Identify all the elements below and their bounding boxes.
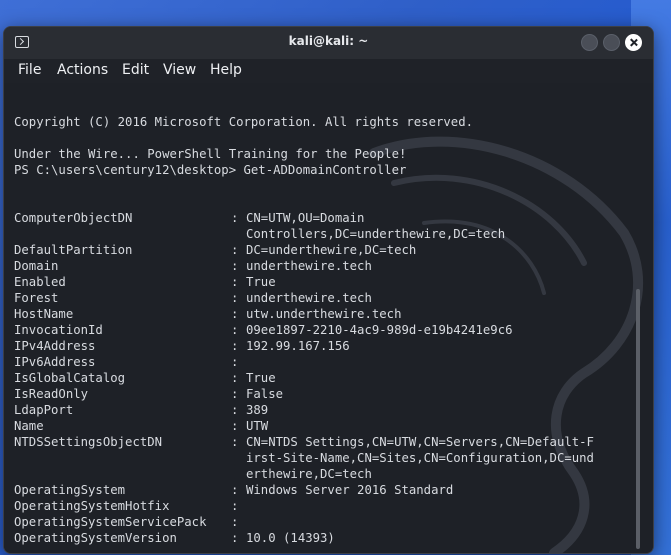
property-value: True — [246, 275, 276, 289]
property-name: OperatingSystemHotfix — [14, 499, 170, 513]
property-row: InvocationId:09ee1897-2210-4ac9-989d-e19… — [14, 322, 614, 338]
property-separator: : — [231, 499, 239, 513]
property-name: Domain — [14, 259, 59, 273]
property-row: Enabled: True — [14, 274, 614, 290]
property-value: 389 — [246, 403, 269, 417]
property-separator: : — [231, 403, 239, 417]
property-separator: : — [231, 211, 239, 225]
property-value: 192.99.167.156 — [246, 339, 350, 353]
property-separator: : — [231, 371, 239, 385]
minimize-icon[interactable] — [581, 34, 598, 51]
property-row: OperatingSystemServicePack: — [14, 514, 614, 530]
property-row: HostName: utw.underthewire.tech — [14, 306, 614, 322]
property-value: underthewire.tech — [246, 259, 372, 273]
property-value: underthewire.tech — [246, 291, 372, 305]
terminal-output[interactable]: Copyright (C) 2016 Microsoft Corporation… — [4, 83, 653, 553]
property-row-continuation: Controllers,DC=underthewire,DC=tech — [14, 226, 614, 242]
property-value: False — [246, 387, 284, 401]
property-separator: : — [231, 275, 239, 289]
property-name: InvocationId — [14, 323, 103, 337]
prompt-line: PS C:\users\century12\desktop> Get-ADDom… — [14, 163, 407, 177]
property-name: OperatingSystemServicePack — [14, 515, 207, 529]
property-separator: : — [231, 435, 239, 449]
close-icon[interactable] — [625, 34, 642, 51]
menu-view[interactable]: View — [163, 62, 196, 78]
property-value-continuation: erthewire,DC=tech — [246, 467, 372, 481]
property-name: IPv4Address — [14, 339, 96, 353]
title-bar[interactable]: kali@kali: ~ — [4, 27, 653, 59]
property-row: OperatingSystem: Windows Server 2016 Stan… — [14, 482, 614, 498]
menu-edit[interactable]: Edit — [122, 62, 149, 78]
property-name: LdapPort — [14, 403, 74, 417]
terminal-window: kali@kali: ~ File Actions Edit View Help… — [3, 26, 654, 554]
menu-actions[interactable]: Actions — [57, 62, 108, 78]
property-value: CN=NTDS Settings,CN=UTW,CN=Servers,CN=De… — [246, 435, 594, 449]
property-separator: : — [231, 483, 239, 497]
property-value: DC=underthewire,DC=tech — [246, 243, 417, 257]
property-name: NTDSSettingsObjectDN — [14, 435, 163, 449]
property-value: CN=UTW,OU=Domain — [246, 211, 365, 225]
property-row: LdapPort:389 — [14, 402, 614, 418]
property-row: IsGlobalCatalog: True — [14, 370, 614, 386]
menu-file[interactable]: File — [18, 62, 41, 78]
property-name: Name — [14, 419, 44, 433]
property-separator: : — [231, 307, 239, 321]
property-row: OperatingSystemHotfix: — [14, 498, 614, 514]
property-row: IPv6Address: — [14, 354, 614, 370]
property-value: 10.0 (14393) — [246, 531, 335, 545]
maximize-icon[interactable] — [603, 34, 620, 51]
window-title: kali@kali: ~ — [288, 34, 369, 48]
property-row-continuation: erthewire,DC=tech — [14, 466, 614, 482]
property-value: UTW — [246, 419, 269, 433]
property-row-continuation: irst-Site-Name,CN=Sites,CN=Configuration… — [14, 450, 614, 466]
property-name: Forest — [14, 291, 59, 305]
property-row: IsReadOnly: False — [14, 386, 614, 402]
property-row: Name: UTW — [14, 418, 614, 434]
property-separator: : — [231, 259, 239, 273]
property-name: IPv6Address — [14, 355, 96, 369]
banner-line: Under the Wire... PowerShell Training fo… — [14, 147, 407, 161]
property-name: OperatingSystem — [14, 483, 126, 497]
property-name: DefaultPartition — [14, 243, 133, 257]
property-separator: : — [231, 515, 239, 529]
menu-bar: File Actions Edit View Help — [4, 59, 653, 83]
property-row: ComputerObjectDN: CN=UTW,OU=Domain — [14, 210, 614, 226]
property-value-continuation: irst-Site-Name,CN=Sites,CN=Configuration… — [246, 451, 594, 465]
property-separator: : — [231, 323, 239, 337]
property-separator: : — [231, 291, 239, 305]
property-separator: : — [231, 419, 239, 433]
property-value: True — [246, 371, 276, 385]
property-row: NTDSSettingsObjectDN: CN=NTDS Settings,CN… — [14, 434, 614, 450]
property-value-continuation: Controllers,DC=underthewire,DC=tech — [246, 227, 506, 241]
property-row: DefaultPartition: DC=underthewire,DC=tech — [14, 242, 614, 258]
property-name: ComputerObjectDN — [14, 211, 133, 225]
property-separator: : — [231, 387, 239, 401]
property-separator: : — [231, 339, 239, 353]
property-name: HostName — [14, 307, 74, 321]
menu-help[interactable]: Help — [210, 62, 242, 78]
property-name: Enabled — [14, 275, 66, 289]
property-separator: : — [231, 355, 239, 369]
property-value: utw.underthewire.tech — [246, 307, 402, 321]
property-row: Forest: underthewire.tech — [14, 290, 614, 306]
property-name: IsReadOnly — [14, 387, 89, 401]
property-separator: : — [231, 243, 239, 257]
property-row: OperatingSystemVersion:10.0 (14393) — [14, 530, 614, 546]
property-value: 09ee1897-2210-4ac9-989d-e19b4241e9c6 — [246, 323, 513, 337]
property-name: OperatingSystemVersion — [14, 531, 177, 545]
property-name: IsGlobalCatalog — [14, 371, 126, 385]
property-row: Domain: underthewire.tech — [14, 258, 614, 274]
copyright-line: Copyright (C) 2016 Microsoft Corporation… — [14, 115, 474, 129]
property-row: IPv4Address:192.99.167.156 — [14, 338, 614, 354]
scrollbar[interactable] — [636, 289, 640, 549]
property-separator: : — [231, 531, 239, 545]
property-value: Windows Server 2016 Standard — [246, 483, 454, 497]
